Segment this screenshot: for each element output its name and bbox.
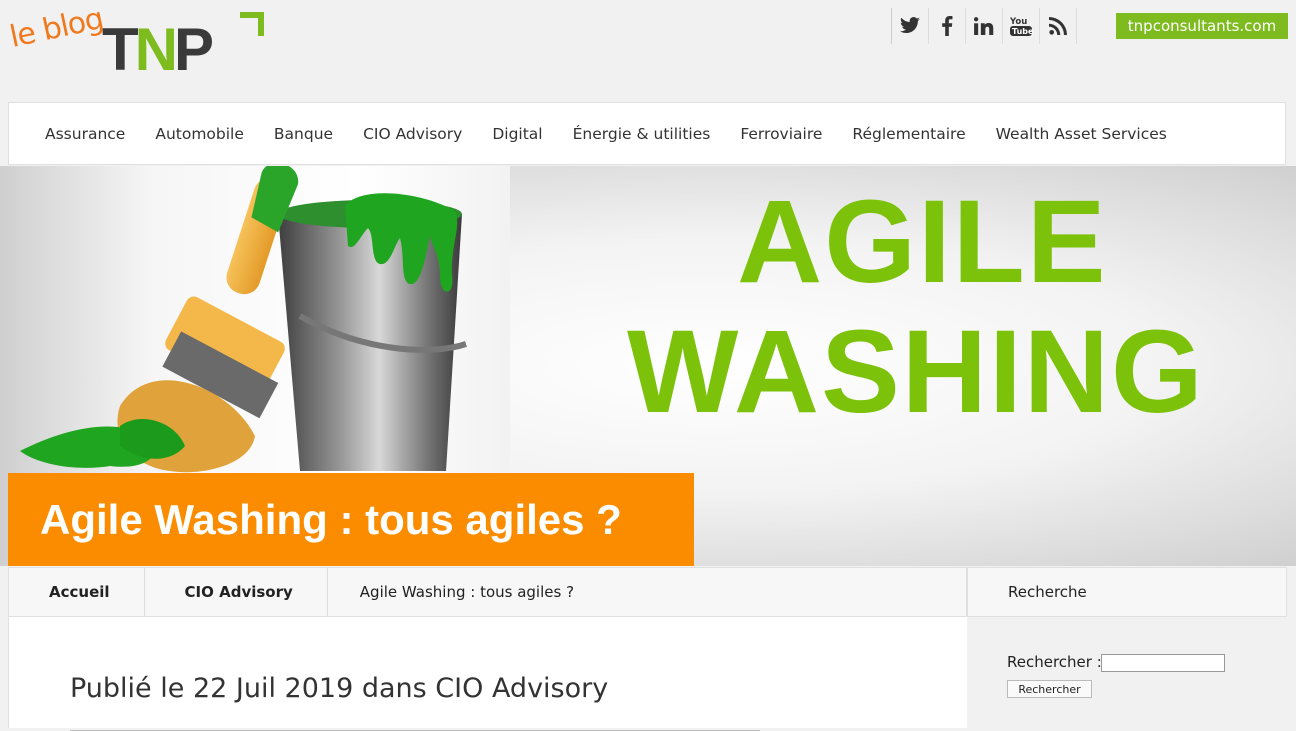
tnpconsultants-link[interactable]: tnpconsultants.com bbox=[1116, 13, 1288, 39]
publication-info: Publié le 22 Juil 2019 dans CIO Advisory bbox=[70, 673, 609, 704]
facebook-icon[interactable] bbox=[929, 8, 966, 44]
nav-item-energie[interactable]: Énergie & utilities bbox=[573, 125, 711, 143]
breadcrumb-category[interactable]: CIO Advisory bbox=[145, 568, 328, 616]
article-title-banner: Agile Washing : tous agiles ? bbox=[8, 473, 694, 566]
logo-prefix: le blog bbox=[6, 1, 107, 55]
svg-text:You: You bbox=[1009, 17, 1027, 27]
rss-icon[interactable] bbox=[1040, 8, 1077, 44]
article-title: Agile Washing : tous agiles ? bbox=[40, 495, 622, 543]
youtube-icon[interactable]: You Tube bbox=[1003, 8, 1040, 44]
nav-item-digital[interactable]: Digital bbox=[492, 125, 542, 143]
article-content: Publié le 22 Juil 2019 dans CIO Advisory bbox=[8, 617, 968, 731]
breadcrumb-home[interactable]: Accueil bbox=[9, 568, 145, 616]
cut-text-line bbox=[70, 730, 760, 731]
search-input[interactable] bbox=[1101, 654, 1225, 672]
nav-item-assurance[interactable]: Assurance bbox=[45, 125, 125, 143]
main-nav: Assurance Automobile Banque CIO Advisory… bbox=[8, 102, 1286, 165]
twitter-icon[interactable] bbox=[892, 8, 929, 44]
logo-corner-mark bbox=[240, 12, 264, 36]
nav-item-reglementaire[interactable]: Réglementaire bbox=[852, 125, 965, 143]
search-button[interactable]: Rechercher bbox=[1007, 680, 1092, 698]
site-logo[interactable]: le blog TNP bbox=[7, 1, 264, 84]
article-text-cutoff bbox=[70, 721, 770, 731]
nav-item-ferroviaire[interactable]: Ferroviaire bbox=[740, 125, 822, 143]
hero-image-word-agile: AGILE bbox=[737, 176, 1108, 308]
nav-item-automobile[interactable]: Automobile bbox=[155, 125, 244, 143]
paint-bucket-brush-illustration bbox=[20, 166, 467, 473]
breadcrumb-current: Agile Washing : tous agiles ? bbox=[359, 583, 575, 601]
hero-image-word-washing: WASHING bbox=[627, 306, 1205, 438]
logo-brand: TNP bbox=[102, 16, 214, 83]
nav-item-cio-advisory[interactable]: CIO Advisory bbox=[363, 125, 462, 143]
nav-item-banque[interactable]: Banque bbox=[274, 125, 333, 143]
svg-text:Tube: Tube bbox=[1012, 27, 1033, 36]
nav-item-wealth-asset-services[interactable]: Wealth Asset Services bbox=[996, 125, 1167, 143]
hero-image: AGILE WASHING Agile Washing : tous agile… bbox=[0, 166, 1296, 566]
linkedin-icon[interactable] bbox=[966, 8, 1003, 44]
sidebar-heading: Recherche bbox=[967, 567, 1287, 617]
social-links: You Tube bbox=[891, 8, 1077, 44]
sidebar-search: Rechercher : Rechercher bbox=[967, 617, 1287, 728]
search-label: Rechercher : bbox=[1007, 653, 1102, 671]
breadcrumb: Accueil CIO Advisory Agile Washing : tou… bbox=[8, 567, 967, 617]
